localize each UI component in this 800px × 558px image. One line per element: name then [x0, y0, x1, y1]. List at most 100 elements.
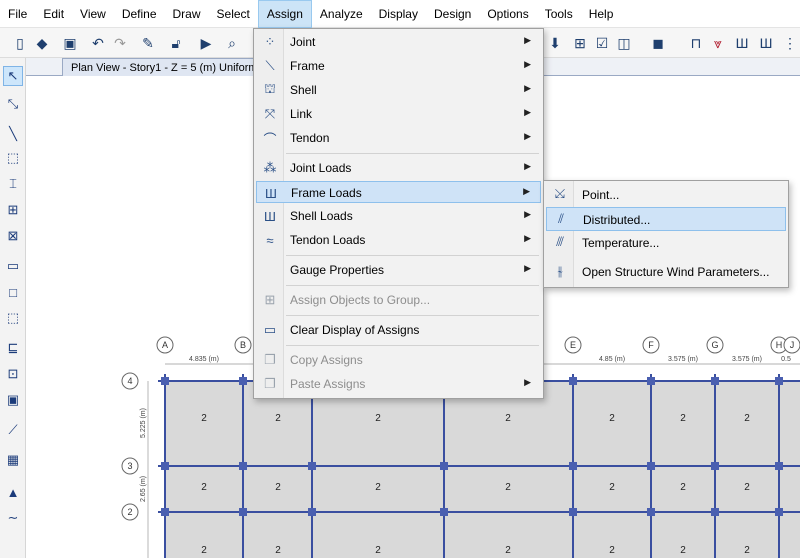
pen-icon[interactable]: ✎	[138, 33, 158, 53]
menu-item-gauge-properties[interactable]: Gauge Properties ▶	[256, 259, 541, 281]
column-node	[569, 508, 577, 516]
menu-define[interactable]: Define	[114, 0, 165, 28]
menu-item-joint[interactable]: ⁘ Joint ▶	[256, 31, 541, 53]
submenu-item-open-structure-wind-parameters[interactable]: ⫳ Open Structure Wind Parameters...	[546, 260, 786, 284]
clear-display-icon: ▭	[263, 322, 277, 337]
area-label: 2	[505, 545, 511, 556]
area-label: 2	[375, 482, 381, 493]
frame-icon[interactable]: ◫	[614, 33, 634, 53]
draw-column-icon[interactable]: ▣	[3, 390, 23, 410]
redo-icon[interactable]: ↷	[110, 33, 130, 53]
area-label: 2	[609, 545, 615, 556]
section-icon[interactable]: ⊞	[570, 33, 590, 53]
left-toolbar: ↖ ⤡ ╲ ⬚ ⌶ ⊞ ⊠ ▭ □ ⬚ ⊑ ⊡ ▣ ⟋ ▦ ▲ ∼	[0, 58, 26, 558]
column-node	[775, 462, 783, 470]
assign-icon[interactable]: ⬇	[545, 33, 565, 53]
load-icon[interactable]: Ш	[732, 33, 752, 53]
draw-grid-icon[interactable]: ▦	[3, 450, 23, 470]
draw-wall-icon[interactable]: ⊑	[3, 338, 23, 358]
cube-icon[interactable]: ◼	[648, 33, 668, 53]
column-node	[308, 462, 316, 470]
checkbox-icon[interactable]: ☑	[592, 33, 612, 53]
distributed-load-icon: ⫽	[558, 211, 564, 226]
area-label: 2	[680, 413, 686, 424]
menu-item-link[interactable]: ⤧ Link ▶	[256, 103, 541, 125]
draw-quad-icon[interactable]: ⬚	[3, 308, 23, 328]
column-node	[239, 508, 247, 516]
menu-design[interactable]: Design	[426, 0, 479, 28]
menu-assign[interactable]: Assign	[257, 0, 312, 28]
menu-item-tendon-loads[interactable]: ≈ Tendon Loads ▶	[256, 229, 541, 251]
new-model-icon[interactable]: ▯	[10, 33, 30, 53]
submenu-arrow-icon: ▶	[524, 377, 531, 387]
menu-item-assign-objects-to-group[interactable]: ⊞ Assign Objects to Group...	[256, 289, 541, 311]
submenu-arrow-icon: ▶	[524, 131, 531, 141]
tendon-loads-icon: ≈	[266, 232, 274, 248]
select-grid-icon[interactable]: ⊞	[3, 200, 23, 220]
draw-rect-icon[interactable]: □	[3, 282, 23, 302]
submenu-item-point[interactable]: ⤩ Point...	[546, 183, 786, 207]
plan-view-tab[interactable]: Plan View - Story1 - Z = 5 (m) Uniform	[62, 58, 282, 76]
draw-area-icon[interactable]: ▭	[3, 256, 23, 276]
area-label: 2	[275, 413, 281, 424]
etabs-window: File Edit View Define Draw Select Assign…	[0, 0, 800, 558]
more-icon[interactable]: ⋮	[780, 33, 800, 53]
menu-file[interactable]: File	[0, 0, 35, 28]
submenu-arrow-icon: ▶	[523, 186, 530, 196]
zoom-icon[interactable]: ⌕	[222, 33, 242, 53]
menu-item-clear-display-of-assigns[interactable]: ▭ Clear Display of Assigns	[256, 319, 541, 341]
wave-icon[interactable]: Ш	[756, 33, 776, 53]
column-node	[569, 377, 577, 385]
area-label: 2	[680, 545, 686, 556]
submenu-arrow-icon: ▶	[524, 59, 531, 69]
menu-item-shell[interactable]: ⛫ Shell ▶	[256, 79, 541, 101]
menu-options[interactable]: Options	[479, 0, 536, 28]
reshape-icon[interactable]: ⤡	[3, 94, 23, 114]
menu-select[interactable]: Select	[209, 0, 258, 28]
menu-edit[interactable]: Edit	[35, 0, 72, 28]
draw-tendon-icon[interactable]: ▲	[3, 482, 23, 502]
menu-item-shell-loads[interactable]: Ш Shell Loads ▶	[256, 205, 541, 227]
draw-spring-icon[interactable]: ∼	[3, 508, 23, 528]
menu-display[interactable]: Display	[371, 0, 426, 28]
undo-icon[interactable]: ↶	[88, 33, 108, 53]
menu-item-joint-loads[interactable]: ⁂ Joint Loads ▶	[256, 157, 541, 179]
save-icon[interactable]: ▣	[60, 33, 80, 53]
portal-frame-icon[interactable]: ⊓	[686, 33, 706, 53]
support-icon[interactable]: ⩔	[708, 33, 728, 53]
open-icon[interactable]: ◆	[32, 33, 52, 53]
area-label: 2	[680, 482, 686, 493]
menu-help[interactable]: Help	[581, 0, 622, 28]
area-label: 2	[744, 545, 750, 556]
menu-item-frame[interactable]: ⟍ Frame ▶	[256, 55, 541, 77]
draw-brace-icon[interactable]: ⟋	[3, 420, 23, 440]
paste-icon: ❐	[264, 376, 276, 391]
menu-analyze[interactable]: Analyze	[312, 0, 371, 28]
pointer-icon[interactable]: ↖	[3, 66, 23, 86]
draw-line-icon[interactable]: ╲	[3, 124, 23, 144]
submenu-item-distributed[interactable]: ⫽ Distributed...	[546, 207, 786, 231]
floor-area[interactable]	[165, 381, 800, 558]
draw-node-icon[interactable]: ⊡	[3, 364, 23, 384]
menu-item-tendon[interactable]: ⌒ Tendon ▶	[256, 127, 541, 149]
area-label: 2	[744, 482, 750, 493]
column-node	[647, 508, 655, 516]
run-icon[interactable]: ▶	[196, 33, 216, 53]
grid-label-3: 3	[127, 461, 132, 471]
submenu-item-temperature[interactable]: ⫻ Temperature...	[546, 231, 786, 255]
menu-item-copy-assigns[interactable]: ❐ Copy Assigns	[256, 349, 541, 371]
submenu-arrow-icon: ▶	[524, 35, 531, 45]
menu-separator	[286, 153, 539, 154]
submenu-arrow-icon: ▶	[524, 161, 531, 171]
select-frame-icon[interactable]: ⬚	[3, 148, 23, 168]
menu-item-paste-assigns[interactable]: ❐ Paste Assigns ▶	[256, 373, 541, 395]
menu-item-frame-loads[interactable]: Ш Frame Loads ▶	[256, 181, 541, 203]
menu-view[interactable]: View	[72, 0, 114, 28]
select-area-icon[interactable]: ⌶	[3, 174, 23, 194]
lock-icon[interactable]: 🔓︎	[166, 33, 186, 53]
menu-draw[interactable]: Draw	[165, 0, 209, 28]
shell-loads-icon: Ш	[264, 208, 276, 224]
select-cross-icon[interactable]: ⊠	[3, 226, 23, 246]
menu-tools[interactable]: Tools	[537, 0, 581, 28]
temperature-load-icon: ⫻	[556, 234, 564, 249]
